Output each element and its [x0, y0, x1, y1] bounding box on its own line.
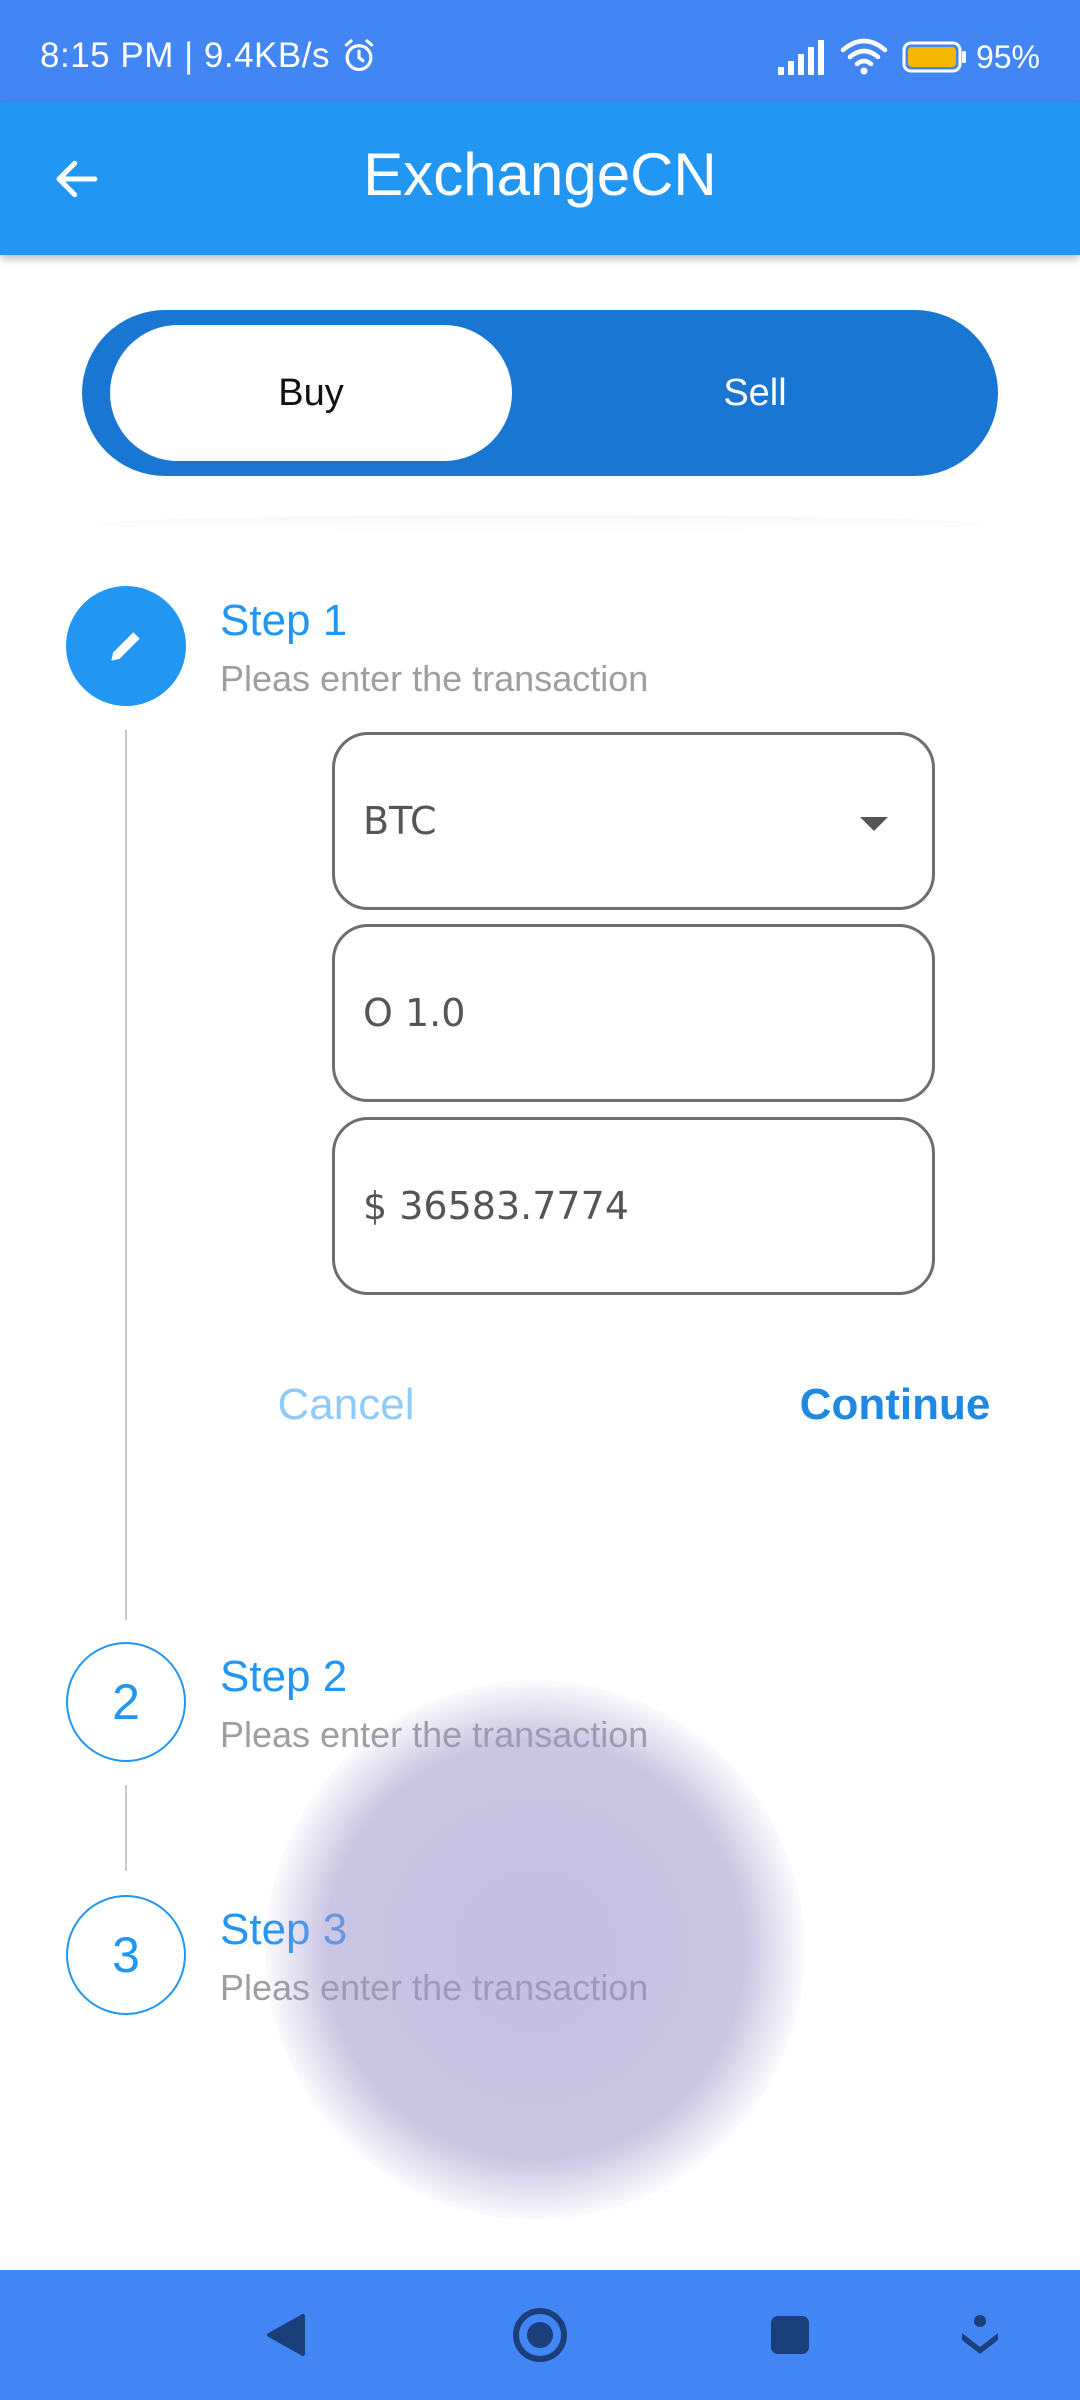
buy-sell-toggle: Buy Sell	[82, 310, 998, 476]
step-1-subtitle: Pleas enter the transaction	[220, 658, 649, 699]
amount-value: O 1.0	[363, 991, 466, 1035]
step-2-number: 2	[112, 1674, 140, 1730]
continue-button[interactable]: Continue	[790, 1370, 1000, 1440]
back-triangle-icon	[267, 2314, 305, 2356]
nav-back-button[interactable]	[250, 2300, 320, 2370]
step-2-indicator[interactable]: 2	[66, 1642, 186, 1762]
step-1-indicator[interactable]	[66, 586, 186, 706]
status-left: 8:15 PM | 9.4KB/s	[40, 36, 378, 76]
currency-dropdown[interactable]: BTC	[332, 732, 935, 910]
edit-icon	[111, 632, 140, 661]
app-title: ExchangeCN	[363, 141, 717, 208]
currency-value: BTC	[363, 799, 437, 843]
battery-icon	[902, 41, 966, 73]
step-connector-1	[125, 730, 127, 1620]
system-nav-bar	[0, 2270, 1080, 2400]
step-3-title[interactable]: Step 3	[220, 1905, 347, 1955]
cancel-button[interactable]: Cancel	[268, 1370, 424, 1440]
accessibility-icon	[962, 2315, 998, 2354]
amount-input[interactable]: O 1.0	[332, 924, 935, 1102]
buy-tab[interactable]: Buy	[110, 325, 512, 461]
status-time-speed: 8:15 PM | 9.4KB/s	[40, 36, 330, 75]
screen: 8:15 PM | 9.4KB/s 95% ExchangeCN Buy Sel…	[0, 0, 1080, 2400]
status-bar: 8:15 PM | 9.4KB/s 95%	[0, 0, 1080, 102]
nav-accessibility-button[interactable]	[945, 2300, 1015, 2370]
nav-home-button[interactable]	[505, 2300, 575, 2370]
sell-tab[interactable]: Sell	[540, 325, 970, 461]
step-3-indicator[interactable]: 3	[66, 1895, 186, 2015]
step-1-title[interactable]: Step 1	[220, 596, 347, 646]
home-circle-icon	[513, 2308, 567, 2362]
dropdown-arrow-icon	[860, 817, 888, 831]
step-2-subtitle: Pleas enter the transaction	[220, 1714, 649, 1755]
price-value: $ 36583.7774	[363, 1184, 629, 1228]
toggle-shadow	[100, 515, 980, 533]
nav-recents-button[interactable]	[755, 2300, 825, 2370]
signal-icon	[777, 40, 824, 75]
wifi-icon	[840, 38, 888, 75]
step-connector-2	[125, 1785, 127, 1871]
step-3-number: 3	[112, 1927, 140, 1983]
step-3-subtitle: Pleas enter the transaction	[220, 1967, 649, 2008]
app-bar: ExchangeCN	[0, 102, 1080, 255]
alarm-icon	[344, 39, 374, 72]
price-input[interactable]: $ 36583.7774	[332, 1117, 935, 1295]
battery-percent: 95%	[975, 38, 1040, 75]
recents-square-icon	[771, 2316, 809, 2354]
status-right: 95%	[776, 38, 1040, 76]
step-2-title[interactable]: Step 2	[220, 1652, 347, 1702]
